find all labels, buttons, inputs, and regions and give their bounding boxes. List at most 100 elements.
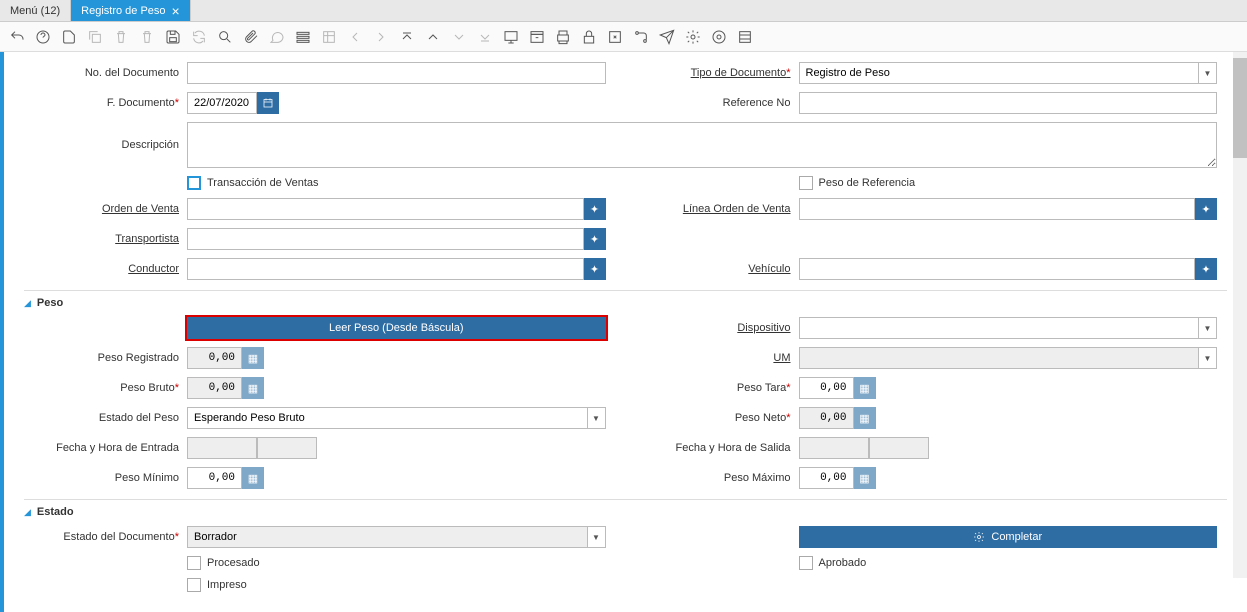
label-weight-status: Estado del Peso bbox=[24, 412, 179, 424]
chevron-down-icon[interactable]: ▼ bbox=[1199, 317, 1217, 339]
chevron-down-icon[interactable]: ▼ bbox=[1199, 347, 1217, 369]
label-reg-weight: Peso Registrado bbox=[24, 352, 179, 364]
chat-icon[interactable] bbox=[268, 28, 286, 46]
input-order[interactable] bbox=[187, 198, 584, 220]
label-min: Peso Mínimo bbox=[24, 472, 179, 484]
btn-read-weight[interactable]: Leer Peso (Desde Báscula) bbox=[187, 317, 606, 339]
input-doc-type[interactable] bbox=[799, 62, 1200, 84]
chk-approved bbox=[799, 556, 813, 570]
input-max[interactable] bbox=[799, 467, 854, 489]
chevron-down-icon[interactable]: ▼ bbox=[588, 407, 606, 429]
process-icon[interactable] bbox=[710, 28, 728, 46]
label-device[interactable]: Dispositivo bbox=[636, 322, 791, 334]
last-icon[interactable] bbox=[476, 28, 494, 46]
calc-icon[interactable]: ▦ bbox=[242, 347, 264, 369]
input-ref-no[interactable] bbox=[799, 92, 1218, 114]
chevron-down-icon[interactable]: ▼ bbox=[1199, 62, 1217, 84]
input-description[interactable] bbox=[187, 122, 1217, 168]
send-icon[interactable] bbox=[658, 28, 676, 46]
lookup-icon[interactable]: ✦ bbox=[1195, 258, 1217, 280]
tab-menu[interactable]: Menú (12) bbox=[0, 0, 71, 21]
label-order[interactable]: Orden de Venta bbox=[24, 203, 179, 215]
section-estado[interactable]: ◢ Estado bbox=[24, 506, 1227, 518]
report-icon[interactable] bbox=[502, 28, 520, 46]
calc-icon[interactable]: ▦ bbox=[854, 377, 876, 399]
label-order-line[interactable]: Línea Orden de Venta bbox=[636, 203, 791, 215]
label-doc-no: No. del Documento bbox=[24, 67, 179, 79]
grid2-icon[interactable] bbox=[320, 28, 338, 46]
new-icon[interactable] bbox=[60, 28, 78, 46]
delete2-icon[interactable] bbox=[138, 28, 156, 46]
toolbar bbox=[0, 22, 1247, 52]
help-icon[interactable] bbox=[34, 28, 52, 46]
label-driver[interactable]: Conductor bbox=[24, 263, 179, 275]
copy-icon[interactable] bbox=[86, 28, 104, 46]
close-icon[interactable]: × bbox=[172, 6, 180, 16]
input-doc-date[interactable] bbox=[187, 92, 257, 114]
input-device[interactable] bbox=[799, 317, 1200, 339]
input-driver[interactable] bbox=[187, 258, 584, 280]
collapse-icon: ◢ bbox=[24, 298, 31, 309]
down-icon[interactable] bbox=[450, 28, 468, 46]
gear-icon[interactable] bbox=[684, 28, 702, 46]
label-ref-weight: Peso de Referencia bbox=[819, 177, 916, 189]
save-icon[interactable] bbox=[164, 28, 182, 46]
label-net: Peso Neto* bbox=[636, 412, 791, 424]
up-icon[interactable] bbox=[424, 28, 442, 46]
calc-icon[interactable]: ▦ bbox=[854, 407, 876, 429]
input-out-time bbox=[869, 437, 929, 459]
chk-sales-txn[interactable] bbox=[187, 176, 201, 190]
delete-icon[interactable] bbox=[112, 28, 130, 46]
workflow-icon[interactable] bbox=[632, 28, 650, 46]
scrollbar[interactable] bbox=[1233, 52, 1247, 578]
csv-icon[interactable] bbox=[736, 28, 754, 46]
next-icon[interactable] bbox=[372, 28, 390, 46]
lookup-icon[interactable]: ✦ bbox=[584, 258, 606, 280]
lookup-icon[interactable]: ✦ bbox=[584, 228, 606, 250]
label-um[interactable]: UM bbox=[636, 352, 791, 364]
btn-complete[interactable]: Completar bbox=[799, 526, 1218, 548]
undo-icon[interactable] bbox=[8, 28, 26, 46]
label-shipper[interactable]: Transportista bbox=[24, 233, 179, 245]
calc-icon[interactable]: ▦ bbox=[242, 377, 264, 399]
calendar-icon[interactable] bbox=[257, 92, 279, 114]
label-ref-no: Reference No bbox=[636, 97, 791, 109]
tab-registro-peso[interactable]: Registro de Peso × bbox=[71, 0, 191, 21]
label-doc-type[interactable]: Tipo de Documento* bbox=[636, 67, 791, 79]
label-out-time: Fecha y Hora de Salida bbox=[636, 442, 791, 454]
zoom-icon[interactable] bbox=[606, 28, 624, 46]
chk-printed bbox=[187, 578, 201, 592]
lock-icon[interactable] bbox=[580, 28, 598, 46]
lookup-icon[interactable]: ✦ bbox=[584, 198, 606, 220]
label-vehicle[interactable]: Vehículo bbox=[636, 263, 791, 275]
input-vehicle[interactable] bbox=[799, 258, 1196, 280]
tab-bar: Menú (12) Registro de Peso × bbox=[0, 0, 1247, 22]
input-min[interactable] bbox=[187, 467, 242, 489]
archive-icon[interactable] bbox=[528, 28, 546, 46]
input-gross bbox=[187, 377, 242, 399]
refresh-icon[interactable] bbox=[190, 28, 208, 46]
input-tare[interactable] bbox=[799, 377, 854, 399]
lookup-icon[interactable]: ✦ bbox=[1195, 198, 1217, 220]
prev-icon[interactable] bbox=[346, 28, 364, 46]
chk-ref-weight[interactable] bbox=[799, 176, 813, 190]
calc-icon[interactable]: ▦ bbox=[854, 467, 876, 489]
grid-icon[interactable] bbox=[294, 28, 312, 46]
calc-icon[interactable]: ▦ bbox=[242, 467, 264, 489]
input-weight-status[interactable] bbox=[187, 407, 588, 429]
chevron-down-icon[interactable]: ▼ bbox=[588, 526, 606, 548]
input-doc-no[interactable] bbox=[187, 62, 606, 84]
section-peso[interactable]: ◢ Peso bbox=[24, 297, 1227, 309]
input-order-line[interactable] bbox=[799, 198, 1196, 220]
search-icon[interactable] bbox=[216, 28, 234, 46]
section-title-estado: Estado bbox=[37, 506, 74, 518]
scrollbar-thumb[interactable] bbox=[1233, 58, 1247, 158]
input-in-time bbox=[257, 437, 317, 459]
label-doc-status: Estado del Documento* bbox=[24, 531, 179, 543]
label-in-time: Fecha y Hora de Entrada bbox=[24, 442, 179, 454]
print-icon[interactable] bbox=[554, 28, 572, 46]
input-um bbox=[799, 347, 1200, 369]
attach-icon[interactable] bbox=[242, 28, 260, 46]
input-shipper[interactable] bbox=[187, 228, 584, 250]
first-icon[interactable] bbox=[398, 28, 416, 46]
